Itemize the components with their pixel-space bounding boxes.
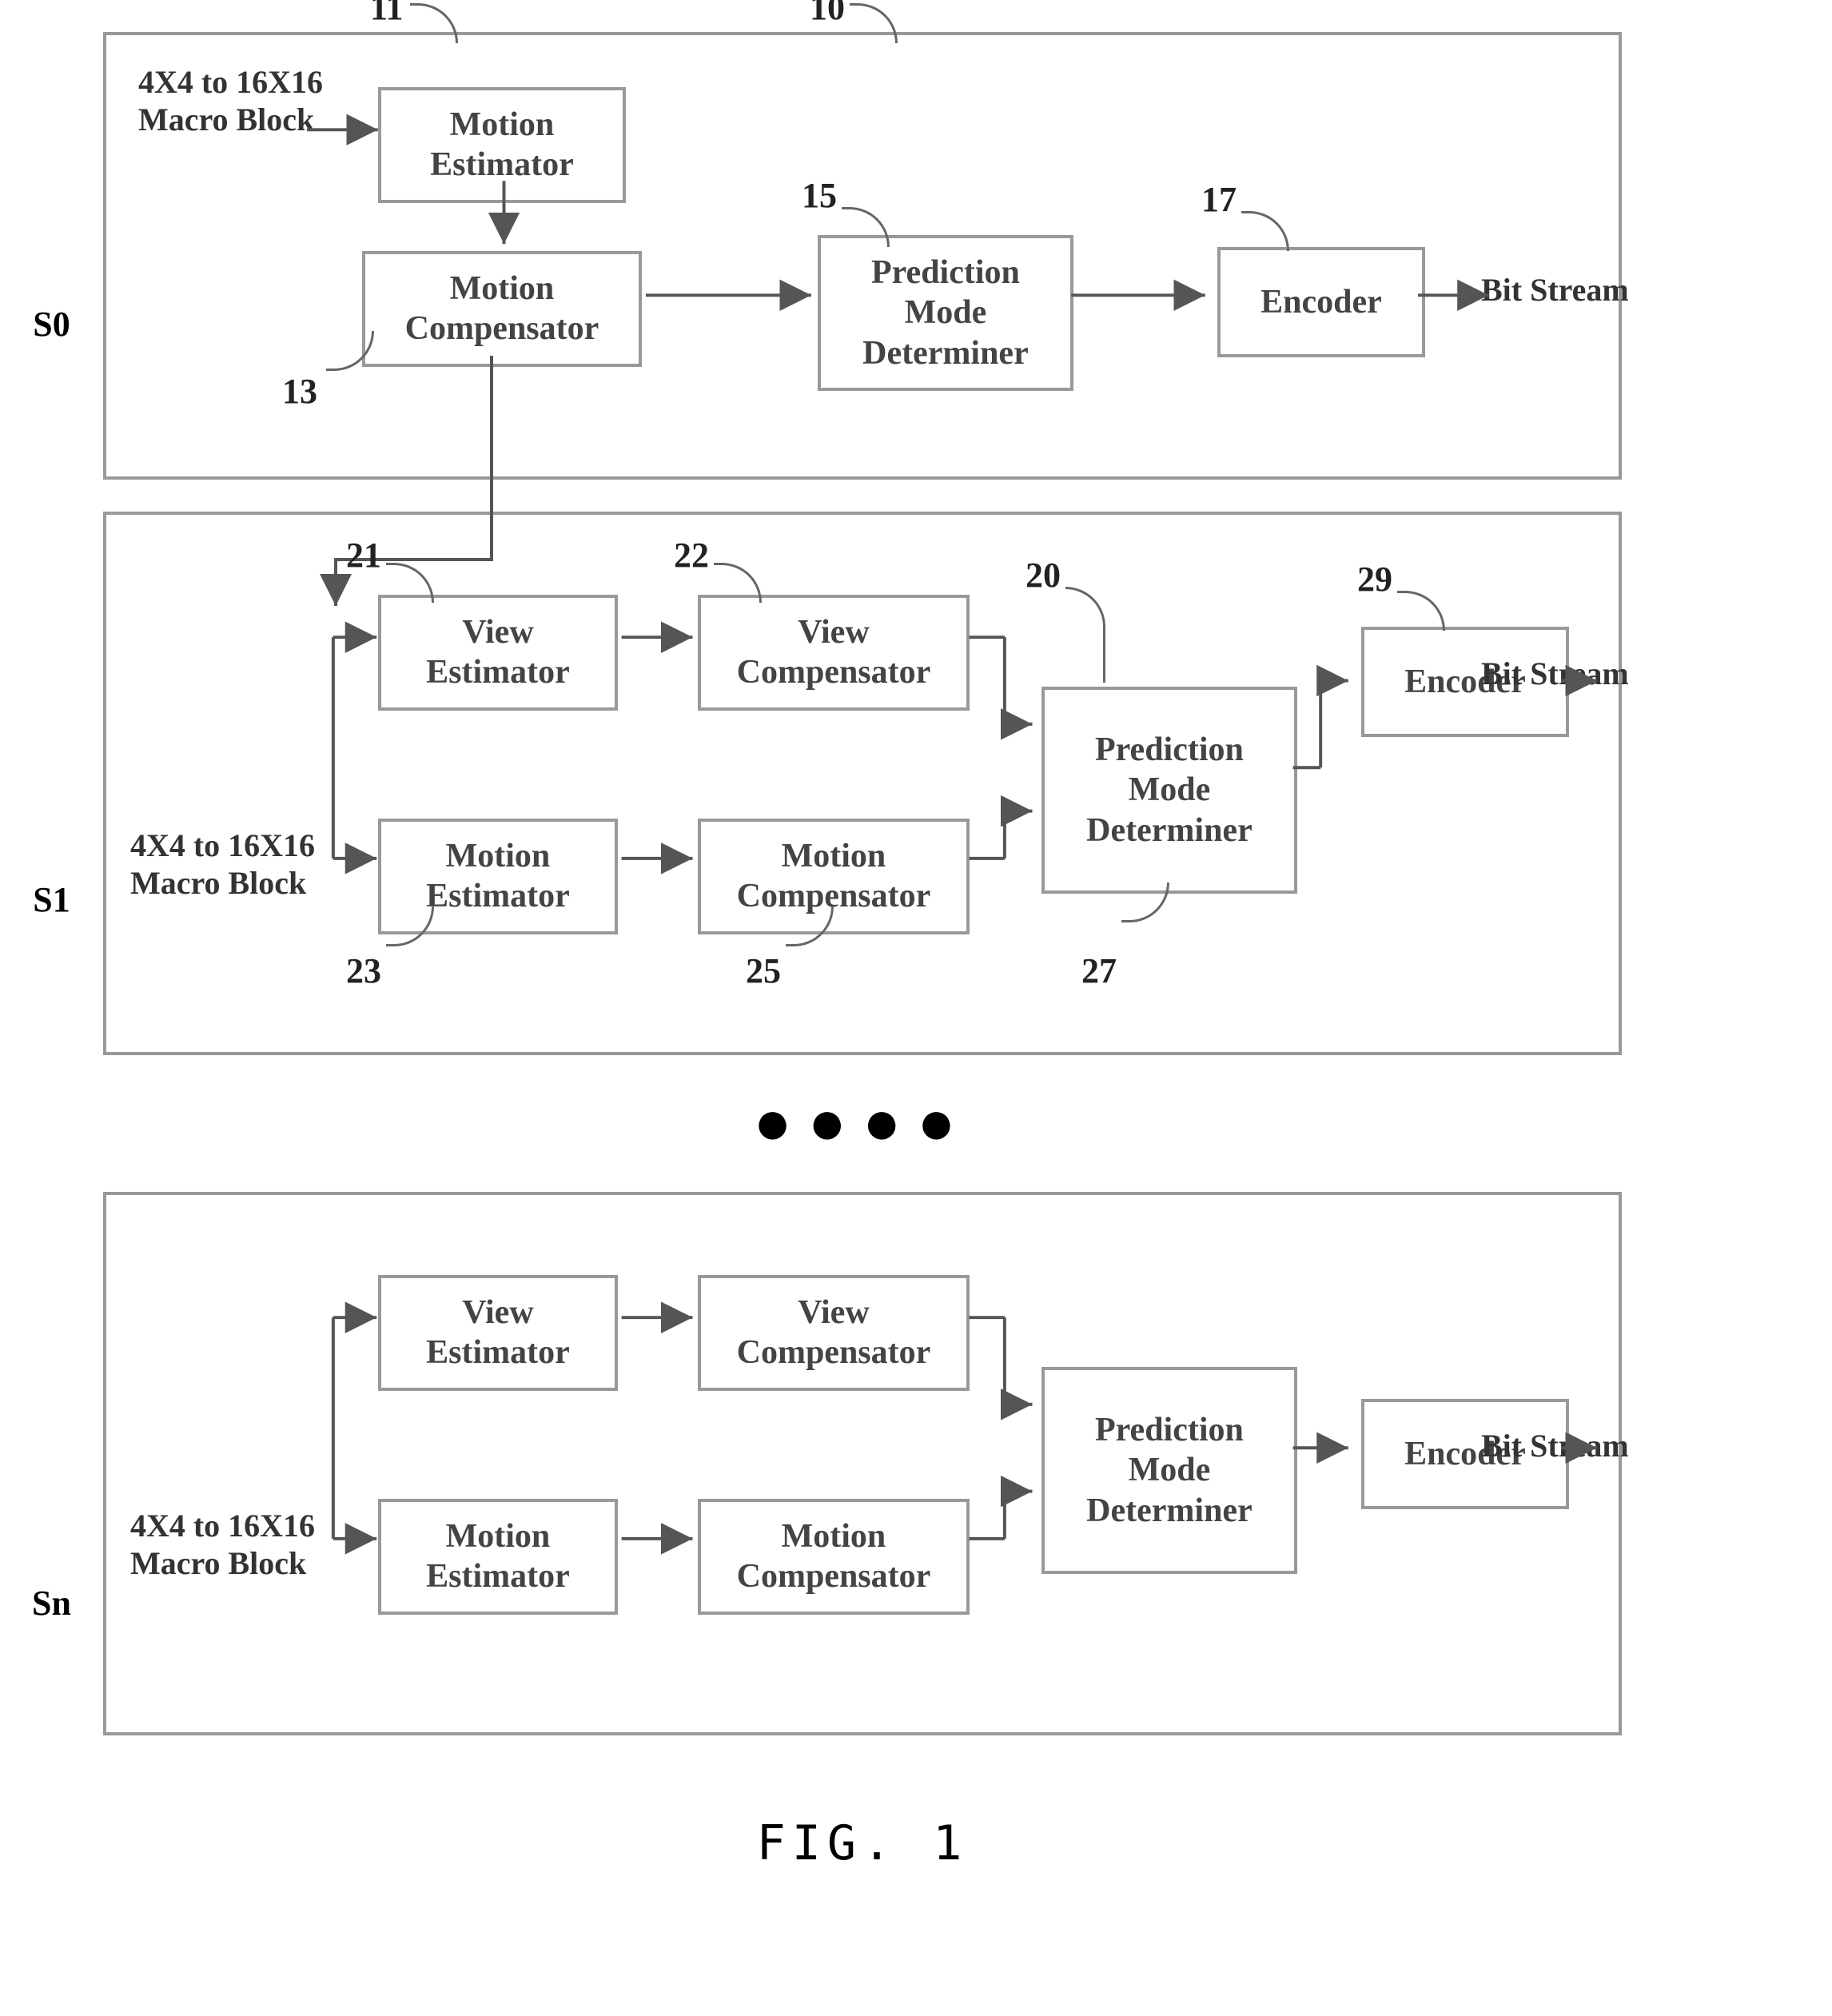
ref-20: 20 xyxy=(1026,555,1061,596)
ref-22: 22 xyxy=(674,535,709,576)
ref-10: 10 xyxy=(810,0,845,28)
prediction-mode-determiner-sn: PredictionModeDeterminer xyxy=(1041,1367,1297,1574)
encoder-s0: Encoder xyxy=(1217,247,1425,357)
output-label-s1: Bit Stream xyxy=(1481,655,1629,692)
panel-s0: 10 11 4X4 to 16X16Macro Block MotionEsti… xyxy=(103,32,1622,480)
ref-29: 29 xyxy=(1357,559,1392,600)
prediction-mode-determiner-s1: PredictionModeDeterminer xyxy=(1041,687,1297,894)
input-label-s0: 4X4 to 16X16Macro Block xyxy=(138,63,323,138)
view-compensator-s1: ViewCompensator xyxy=(698,595,970,711)
motion-estimator-sn: MotionEstimator xyxy=(378,1499,618,1615)
row-label-sn: Sn xyxy=(32,1247,71,1902)
motion-compensator-s0: MotionCompensator xyxy=(362,251,642,367)
ref-25: 25 xyxy=(746,950,781,991)
ref-21: 21 xyxy=(346,535,381,576)
ellipsis-dots: ●●●● xyxy=(753,1087,971,1160)
ref-15: 15 xyxy=(802,175,837,216)
view-estimator-s1: ViewEstimator xyxy=(378,595,618,711)
motion-compensator-sn: MotionCompensator xyxy=(698,1499,970,1615)
input-label-sn: 4X4 to 16X16Macro Block xyxy=(130,1507,315,1582)
ref-13: 13 xyxy=(282,371,317,412)
motion-estimator-s0: MotionEstimator xyxy=(378,87,626,203)
figure-caption: FIG. 1 xyxy=(757,1815,969,1871)
panel-s1: 4X4 to 16X16Macro Block ViewEstimator Vi… xyxy=(103,512,1622,1055)
ref-27: 27 xyxy=(1081,950,1117,991)
view-estimator-sn: ViewEstimator xyxy=(378,1275,618,1391)
motion-compensator-s1: MotionCompensator xyxy=(698,819,970,934)
panel-sn: 4X4 to 16X16Macro Block ViewEstimator Vi… xyxy=(103,1192,1622,1735)
input-label-s1: 4X4 to 16X16Macro Block xyxy=(130,827,315,902)
output-label-sn: Bit Stream xyxy=(1481,1427,1629,1464)
ref-11: 11 xyxy=(370,0,404,28)
ref-23: 23 xyxy=(346,950,381,991)
ref-17: 17 xyxy=(1201,179,1237,220)
row-label-s0: S0 xyxy=(32,192,71,671)
prediction-mode-determiner-s0: PredictionModeDeterminer xyxy=(818,235,1073,391)
view-compensator-sn: ViewCompensator xyxy=(698,1275,970,1391)
output-label-s0: Bit Stream xyxy=(1481,271,1629,309)
row-label-s1: S1 xyxy=(32,671,71,1247)
